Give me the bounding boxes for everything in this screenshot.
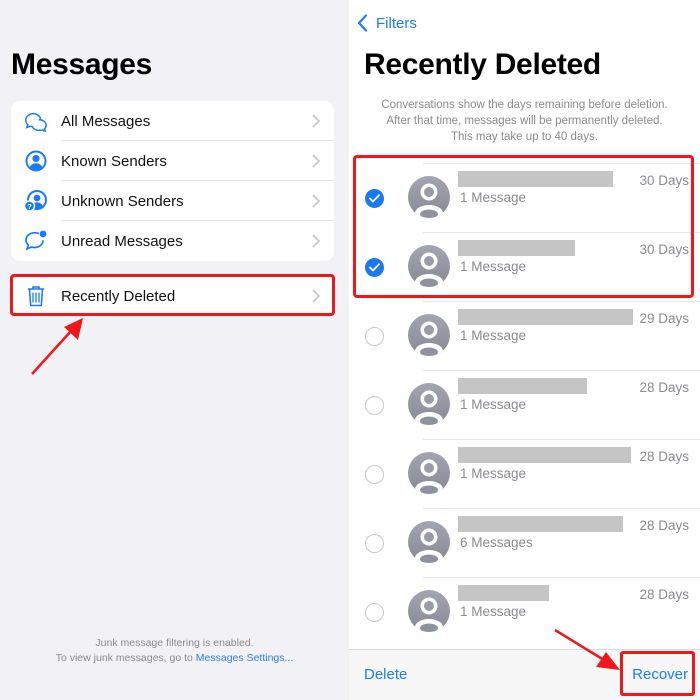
message-count: 1 Message (460, 466, 527, 481)
days-remaining: 30 Days (639, 242, 689, 257)
redacted-contact-name (458, 378, 587, 394)
trash-icon (23, 285, 49, 307)
divider (423, 577, 700, 578)
description-line: Conversations show the days remaining be… (381, 99, 668, 111)
back-label: Filters (376, 14, 417, 32)
redacted-contact-name (458, 171, 613, 187)
filter-label: Recently Deleted (61, 287, 176, 305)
checkbox-checked[interactable] (365, 258, 384, 277)
contact-avatar-icon (408, 452, 450, 494)
days-remaining: 28 Days (639, 587, 689, 602)
message-count: 1 Message (460, 259, 527, 274)
filter-label: Unread Messages (61, 232, 183, 250)
conversation-list: 1 Message 30 Days 1 Message 30 Days 1 Messag… (349, 163, 700, 646)
message-count: 6 Messages (460, 535, 533, 550)
chevron-right-icon (312, 154, 320, 168)
unread-bubble-icon (23, 230, 49, 252)
contact-avatar-icon (408, 314, 450, 356)
junk-filter-note: Junk message filtering is enabled. To vi… (0, 636, 349, 666)
divider (423, 232, 700, 233)
page-title: Recently Deleted (364, 48, 601, 81)
checkbox-unchecked[interactable] (365, 396, 384, 415)
divider (423, 439, 700, 440)
message-count: 1 Message (460, 328, 527, 343)
messages-filters-screen: Messages All Messages Known Senders ? Un… (0, 0, 349, 700)
checkmark-icon (369, 263, 380, 272)
days-remaining: 28 Days (639, 518, 689, 533)
messages-settings-link[interactable]: Messages Settings... (196, 652, 293, 664)
recover-button[interactable]: Recover (632, 666, 688, 683)
days-remaining: 28 Days (639, 380, 689, 395)
message-count: 1 Message (460, 190, 527, 205)
checkbox-unchecked[interactable] (365, 603, 384, 622)
checkbox-checked[interactable] (365, 189, 384, 208)
checkmark-icon (369, 194, 380, 203)
deletion-description: Conversations show the days remaining be… (349, 97, 700, 145)
redacted-contact-name (458, 585, 549, 601)
filter-label: Known Senders (61, 152, 167, 170)
divider (423, 370, 700, 371)
redacted-contact-name (458, 240, 575, 256)
contact-avatar-icon (408, 176, 450, 218)
conversation-row[interactable]: 1 Message 28 Days (349, 370, 700, 439)
checkbox-unchecked[interactable] (365, 327, 384, 346)
contact-avatar-icon (408, 245, 450, 287)
filter-label: Unknown Senders (61, 192, 184, 210)
filter-unread-messages[interactable]: Unread Messages (11, 221, 334, 261)
chevron-right-icon (312, 114, 320, 128)
filters-list: All Messages Known Senders ? Unknown Sen… (11, 101, 334, 261)
screenshot-composite: Messages All Messages Known Senders ? Un… (0, 0, 700, 700)
conversation-row[interactable]: 1 Message 28 Days (349, 577, 700, 646)
filter-label: All Messages (61, 112, 151, 130)
redacted-contact-name (458, 309, 633, 325)
contact-avatar-icon (408, 590, 450, 632)
person-circle-icon (23, 150, 49, 172)
recently-deleted-group: Recently Deleted (11, 276, 334, 316)
conversation-row[interactable]: 6 Messages 28 Days (349, 508, 700, 577)
contact-avatar-icon (408, 521, 450, 563)
delete-button[interactable]: Delete (364, 666, 407, 683)
message-count: 1 Message (460, 397, 527, 412)
conversation-row[interactable]: 1 Message 30 Days (349, 232, 700, 301)
divider (423, 301, 700, 302)
svg-text:?: ? (27, 202, 32, 211)
filter-recently-deleted[interactable]: Recently Deleted (11, 276, 334, 316)
bottom-toolbar: Delete Recover (349, 649, 700, 700)
description-line: After that time, messages will be perman… (386, 115, 663, 127)
days-remaining: 29 Days (639, 311, 689, 326)
conversation-row[interactable]: 1 Message 29 Days (349, 301, 700, 370)
days-remaining: 28 Days (639, 449, 689, 464)
conversation-row[interactable]: 1 Message 30 Days (349, 163, 700, 232)
description-line: This may take up to 40 days. (450, 131, 599, 143)
contact-avatar-icon (408, 383, 450, 425)
chevron-left-icon (357, 14, 368, 32)
recently-deleted-screen: Filters Recently Deleted Conversations s… (349, 0, 700, 700)
page-title: Messages (11, 48, 153, 81)
chevron-right-icon (312, 289, 320, 303)
redacted-contact-name (458, 516, 623, 532)
junk-note-line1: Junk message filtering is enabled. (95, 637, 254, 649)
conversation-row[interactable]: 1 Message 28 Days (349, 439, 700, 508)
junk-note-line2: To view junk messages, go to Messages Se… (0, 651, 349, 666)
filter-all-messages[interactable]: All Messages (11, 101, 334, 141)
chevron-right-icon (312, 234, 320, 248)
filter-known-senders[interactable]: Known Senders (11, 141, 334, 181)
chat-bubbles-icon (23, 110, 49, 132)
chevron-right-icon (312, 194, 320, 208)
days-remaining: 30 Days (639, 173, 689, 188)
divider (423, 163, 700, 164)
redacted-contact-name (458, 447, 631, 463)
back-button[interactable]: Filters (357, 14, 417, 32)
checkbox-unchecked[interactable] (365, 465, 384, 484)
person-question-icon: ? (23, 190, 49, 212)
divider (423, 508, 700, 509)
filter-unknown-senders[interactable]: ? Unknown Senders (11, 181, 334, 221)
junk-note-prefix: To view junk messages, go to (55, 652, 196, 664)
message-count: 1 Message (460, 604, 527, 619)
checkbox-unchecked[interactable] (365, 534, 384, 553)
